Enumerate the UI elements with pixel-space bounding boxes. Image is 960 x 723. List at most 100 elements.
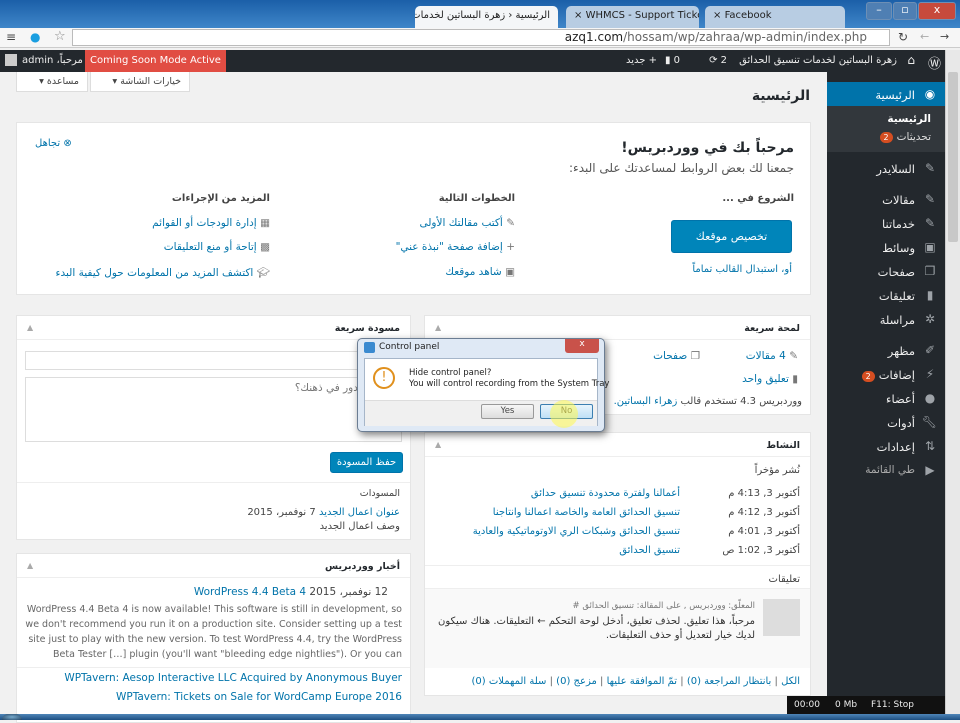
sidebar-item-media[interactable]: ▣ وسائط: [827, 235, 945, 259]
tab-whmcs[interactable]: × WHMCS - Support Tickets: [566, 6, 699, 28]
admin-sidebar: ◉ الرئيسية الرئيسية تحديثات2 ✎ السلايدر ✎ م…: [827, 72, 945, 714]
welcome-subtitle: جمعنا لك بعض الروابط لمساعدتك على البدء:: [569, 161, 794, 175]
pin-icon: ✎: [924, 161, 936, 175]
sidebar-item-comments[interactable]: ▮ تعليقات: [827, 283, 945, 307]
comment-text: مرحباً، هذا تعليق. لحذف تعليق، أدخل لوحة…: [438, 616, 755, 641]
widget-title[interactable]: النشاط: [425, 433, 810, 457]
activity-widget: النشاط ▲ نُشر مؤخراً أكتوبر 3, 4:13 مأعما…: [424, 432, 811, 696]
filter-all[interactable]: الكل: [781, 676, 800, 687]
tab-dashboard[interactable]: الرئيسية ‹ زهرة البساتين لخدمات ت: [415, 6, 558, 28]
posts-count-link[interactable]: ✎ 4 مقالات: [746, 350, 798, 362]
view-site-link[interactable]: ▣ شاهد موقعك: [445, 266, 515, 278]
wp-admin-bar: Ⓦ ⌂ زهرة البساتين لخدمات تنسيق الحدائق ⟳…: [0, 50, 945, 72]
sidebar-item-users[interactable]: ● أعضاء: [827, 386, 945, 410]
filter-spam[interactable]: مزعج (0): [556, 676, 597, 687]
cursor-highlight: [550, 400, 578, 428]
minimize-button[interactable]: –: [866, 2, 892, 20]
sidebar-item-services[interactable]: ✎ خدماتنا: [827, 211, 945, 235]
address-bar: ≡ ● ☆ azq1.com/hossam/wp/zahraa/wp-admin…: [0, 28, 960, 48]
recent-posts-list: أكتوبر 3, 4:13 مأعمالنا ولفترة محدودة تن…: [430, 488, 800, 564]
list-item: أكتوبر 3, 4:13 مأعمالنا ولفترة محدودة تن…: [530, 488, 800, 499]
coming-soon-badge[interactable]: Coming Soon Mode Active: [85, 50, 226, 72]
save-draft-button[interactable]: حفظ المسودة: [330, 452, 403, 473]
sidebar-item-pages[interactable]: ❐ صفحات: [827, 259, 945, 283]
maximize-button[interactable]: ▫: [893, 2, 917, 20]
next-steps-heading: الخطوات التالية: [438, 193, 515, 204]
comment-item: المعلّق: ووردبريس , على المقالة: تنسيق ا…: [425, 588, 810, 668]
back-icon[interactable]: →: [940, 30, 949, 43]
recently-published-heading: نُشر مؤخراً: [754, 465, 800, 476]
comment-meta: المعلّق: ووردبريس , على المقالة: تنسيق ا…: [572, 601, 755, 611]
sidebar-item-tools[interactable]: 🔧︎ أدوات: [827, 410, 945, 434]
collapse-icon[interactable]: ▲: [435, 440, 441, 449]
widget-title[interactable]: أخبار ووردبريس: [17, 554, 410, 578]
customize-site-button[interactable]: تخصيص موقعك: [671, 220, 792, 253]
widget-title[interactable]: لمحة سريعة: [425, 316, 810, 340]
yes-button[interactable]: Yes: [481, 404, 534, 419]
sidebar-item-settings[interactable]: ⇅ إعدادات: [827, 434, 945, 458]
manage-widgets-link[interactable]: ▦ إدارة الودجات أو القوائم: [152, 217, 270, 229]
new-link[interactable]: + جديد: [626, 55, 657, 66]
warning-icon: !: [373, 367, 395, 389]
sidebar-item-posts[interactable]: ✎ مقالات: [827, 187, 945, 211]
updates-link[interactable]: ⟳ 2: [709, 55, 727, 66]
avatar: [763, 599, 800, 636]
sidebar-item-dashboard[interactable]: ◉ الرئيسية: [827, 82, 945, 106]
collapse-menu[interactable]: ▶ طي القائمة: [827, 458, 945, 482]
reload-icon[interactable]: ↻: [898, 30, 908, 44]
screen-options-button[interactable]: خيارات الشاشة ▾: [90, 72, 190, 92]
dialog-message: Hide control panel?: [409, 368, 492, 378]
stop-recording-button[interactable]: F11: Stop: [871, 700, 914, 710]
sidebar-item-appearance[interactable]: ✐ مظهر: [827, 338, 945, 362]
news-link[interactable]: WPTavern: Aesop Interactive LLC Acquired…: [64, 672, 402, 684]
comment-filters: الكل | بانتظار المراجعة (0) | تمّ المواف…: [471, 676, 800, 687]
add-about-page-link[interactable]: + إضافة صفحة "نبذة عني": [396, 241, 515, 253]
filter-approved[interactable]: تمّ الموافقة عليها: [607, 676, 678, 687]
news-link[interactable]: WPTavern: Tickets on Sale for WordCamp E…: [116, 691, 402, 703]
welcome-panel: مرحباً بك في ووردبريس! جمعنا لك بعض الرو…: [16, 122, 811, 295]
welcome-title: مرحباً بك في ووردبريس!: [621, 140, 794, 156]
pages-count-link[interactable]: ❐ صفحات: [653, 350, 700, 362]
start-heading: الشروع في ...: [722, 193, 794, 204]
url-input[interactable]: azq1.com/hossam/wp/zahraa/wp-admin/index…: [72, 29, 890, 46]
dismiss-link[interactable]: ⊗ تجاهل: [35, 138, 72, 149]
quick-draft-widget: مسودة سريعة▲ حفظ المسودة المسودات عنوان …: [16, 315, 411, 540]
filter-pending[interactable]: بانتظار المراجعة (0): [687, 676, 772, 687]
site-name-link[interactable]: زهرة البساتين لخدمات تنسيق الحدائق: [739, 55, 897, 66]
write-post-link[interactable]: ✎ أكتب مقالتك الأولى: [419, 217, 515, 229]
change-theme-link[interactable]: أو، استبدال القالب تماماً: [692, 264, 792, 275]
tab-facebook[interactable]: × Facebook: [705, 6, 845, 28]
dialog-close-button[interactable]: x: [565, 339, 599, 353]
collapse-icon[interactable]: ▲: [435, 323, 441, 332]
star-icon[interactable]: ☆: [54, 29, 66, 44]
sidebar-item-plugins[interactable]: ⚡ إضافات2: [827, 362, 945, 386]
scrollbar[interactable]: [945, 50, 960, 714]
draft-title-input[interactable]: [25, 351, 402, 370]
widget-title[interactable]: مسودة سريعة: [17, 316, 410, 340]
submenu-home[interactable]: الرئيسية: [827, 110, 945, 128]
wordpress-logo-icon[interactable]: Ⓦ: [928, 53, 941, 72]
taskbar: [0, 714, 960, 720]
pages-icon: ❐: [924, 264, 936, 278]
skype-icon[interactable]: ●: [30, 30, 40, 44]
help-button[interactable]: مساعدة ▾: [16, 72, 88, 92]
user-greeting[interactable]: مرحباً، admin: [22, 55, 83, 66]
learn-more-link[interactable]: 🎓︎ اكتشف المزيد من المعلومات حول كيفية ا…: [56, 266, 270, 279]
collapse-icon[interactable]: ▲: [27, 561, 33, 570]
start-button[interactable]: [2, 714, 22, 720]
comments-link[interactable]: ▮ 0: [665, 55, 680, 66]
collapse-icon[interactable]: ▲: [27, 323, 33, 332]
sidebar-item-contact[interactable]: ✲ مراسلة: [827, 307, 945, 331]
home-icon: ⌂: [907, 53, 915, 67]
comments-count-link[interactable]: ▮ تعليق واحد: [742, 373, 798, 385]
filter-trash[interactable]: سلة المهملات (0): [471, 676, 546, 687]
close-window-button[interactable]: x: [918, 2, 956, 20]
forward-icon[interactable]: ←: [920, 30, 929, 43]
sidebar-item-slider[interactable]: ✎ السلايدر: [827, 156, 945, 180]
toggle-comments-link[interactable]: ▩ إتاحة أو منع التعليقات: [164, 241, 270, 253]
draft-content-input[interactable]: [25, 377, 402, 442]
browser-tabstrip: الرئيسية ‹ زهرة البساتين لخدمات ت × WHMC…: [0, 0, 960, 28]
submenu-updates[interactable]: تحديثات2: [827, 128, 945, 146]
media-icon: ▣: [924, 240, 936, 254]
menu-icon[interactable]: ≡: [6, 30, 16, 44]
